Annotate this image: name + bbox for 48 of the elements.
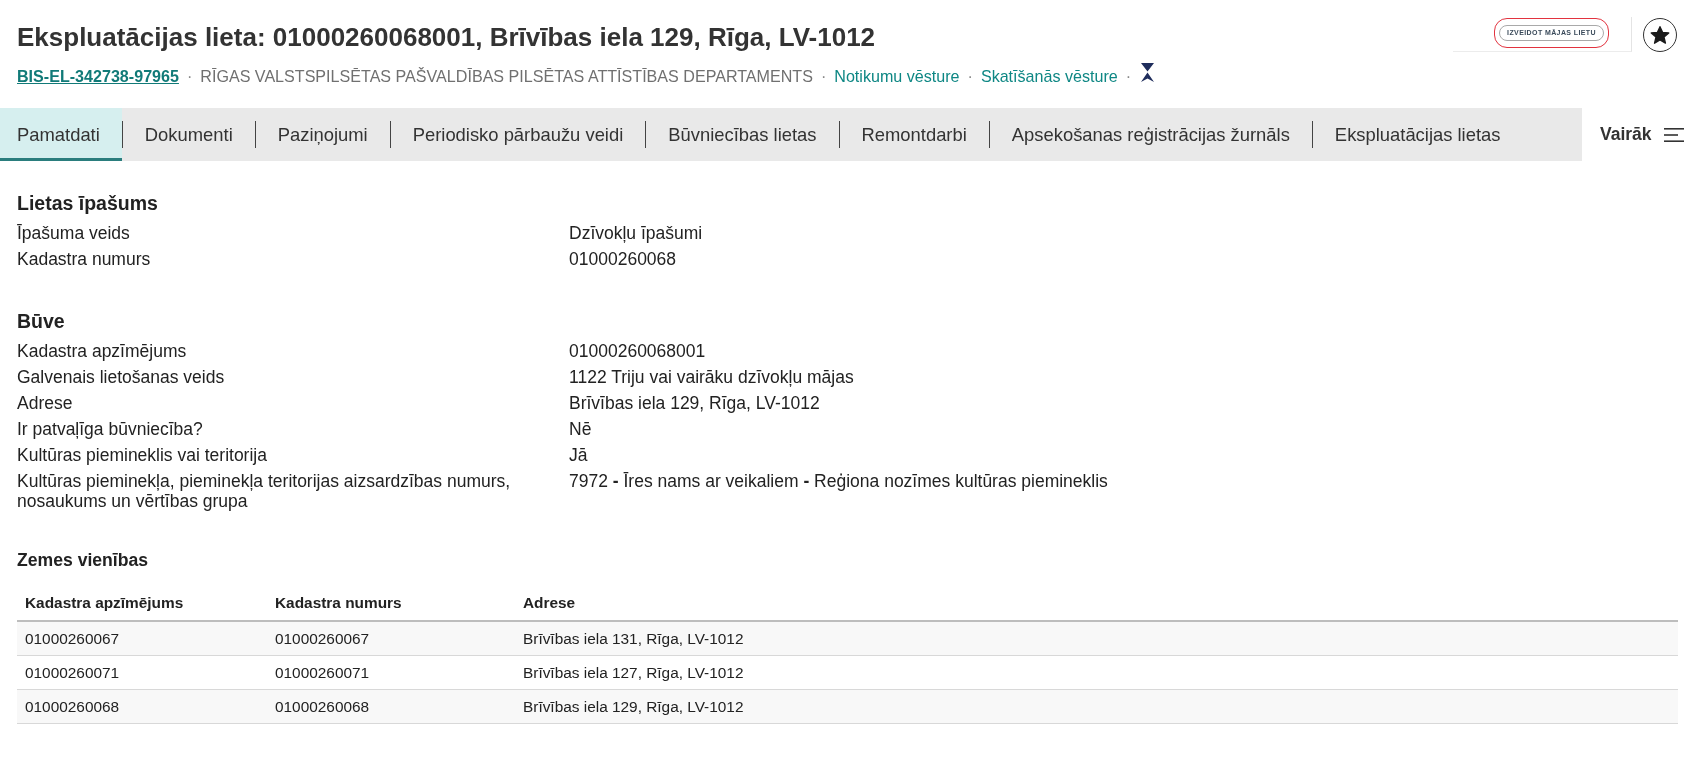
dot-separator: · bbox=[186, 66, 193, 87]
tab[interactable]: Remontdarbi bbox=[839, 108, 989, 161]
tab[interactable]: Apsekošanas reģistrācijas žurnāls bbox=[989, 108, 1312, 161]
menu-icon bbox=[1663, 127, 1684, 142]
history-link[interactable]: Notikumu vēsture bbox=[834, 65, 960, 87]
field-label: Īpašuma veids bbox=[17, 223, 131, 243]
tab[interactable]: Periodisko pārbaužu veidi bbox=[390, 108, 646, 161]
favorite-button[interactable] bbox=[1643, 18, 1677, 52]
table-cell: Brīvības iela 129, Rīga, LV-1012 bbox=[515, 689, 1678, 724]
field-label: Adrese bbox=[17, 393, 74, 413]
dot-separator: · bbox=[967, 66, 973, 87]
case-id-link[interactable]: BIS-EL-342738-97965 bbox=[17, 65, 179, 87]
table-cell: Brīvības iela 131, Rīga, LV-1012 bbox=[515, 621, 1678, 656]
tab[interactable]: Paziņojumi bbox=[255, 108, 390, 161]
section-title: Būve bbox=[17, 309, 65, 333]
field-value: 7972 - Īres nams ar veikaliem - Reģiona nozīmes kultūras piemineklis bbox=[569, 471, 1108, 493]
field-label: Kultūras piemineklis vai teritorija bbox=[17, 445, 268, 465]
field-value: Jā bbox=[569, 445, 588, 465]
section-title: Lietas īpašums bbox=[17, 191, 158, 215]
field-label: Kadastra numurs bbox=[17, 249, 152, 269]
table-cell: 01000260067 bbox=[267, 621, 515, 656]
field-value: 01000260068 bbox=[569, 249, 677, 269]
dot-separator: · bbox=[1125, 66, 1132, 87]
field-value: 01000260068001 bbox=[569, 341, 706, 361]
field-value: Nē bbox=[569, 419, 592, 439]
table-cell: 01000260067 bbox=[17, 621, 267, 656]
dot-separator: · bbox=[820, 66, 827, 87]
table-cell: 01000260071 bbox=[17, 655, 267, 690]
field-value: Brīvības iela 129, Rīga, LV-1012 bbox=[569, 393, 820, 413]
tab[interactable]: Būvniecības lietas bbox=[646, 108, 839, 161]
field-label: Ir patvaļīga būvniecība? bbox=[17, 419, 204, 439]
field-label: Kultūras pieminekļa, pieminekļa teritorijas aizsardzības numurs, nosaukums un vērtības grupa bbox=[17, 471, 512, 511]
table-cell: Brīvības iela 127, Rīga, LV-1012 bbox=[515, 655, 1678, 690]
table-cell: 01000260068 bbox=[17, 689, 267, 724]
table-cell: 01000260068 bbox=[267, 689, 515, 724]
field-value: 1122 Triju vai vairāku dzīvokļu mājas bbox=[569, 367, 854, 387]
table-cell: 01000260071 bbox=[267, 655, 515, 690]
tab[interactable]: Dokumenti bbox=[122, 108, 255, 161]
hourglass-icon[interactable] bbox=[1141, 62, 1155, 82]
field-label: Galvenais lietošanas veids bbox=[17, 367, 226, 387]
tab[interactable]: Pamatdati bbox=[0, 108, 122, 161]
tab[interactable]: Ekspluatācijas lietas bbox=[1312, 108, 1523, 161]
table-title: Zemes vienības bbox=[17, 549, 149, 571]
history-link[interactable]: Skatīšanās vēsture bbox=[980, 65, 1118, 87]
field-value: Dzīvokļu īpašumi bbox=[569, 223, 703, 243]
department-name: RĪGAS VALSTSPILSĒTAS PAŠVALDĪBAS PILSĒTAS ATTĪSTĪBAS DEPARTAMENTS bbox=[200, 66, 813, 87]
field-label: Kadastra apzīmējums bbox=[17, 341, 188, 361]
page-title: Ekspluatācijas lieta: 01000260068001, Brīvības iela 129, Rīga, LV-1012 bbox=[17, 21, 876, 54]
